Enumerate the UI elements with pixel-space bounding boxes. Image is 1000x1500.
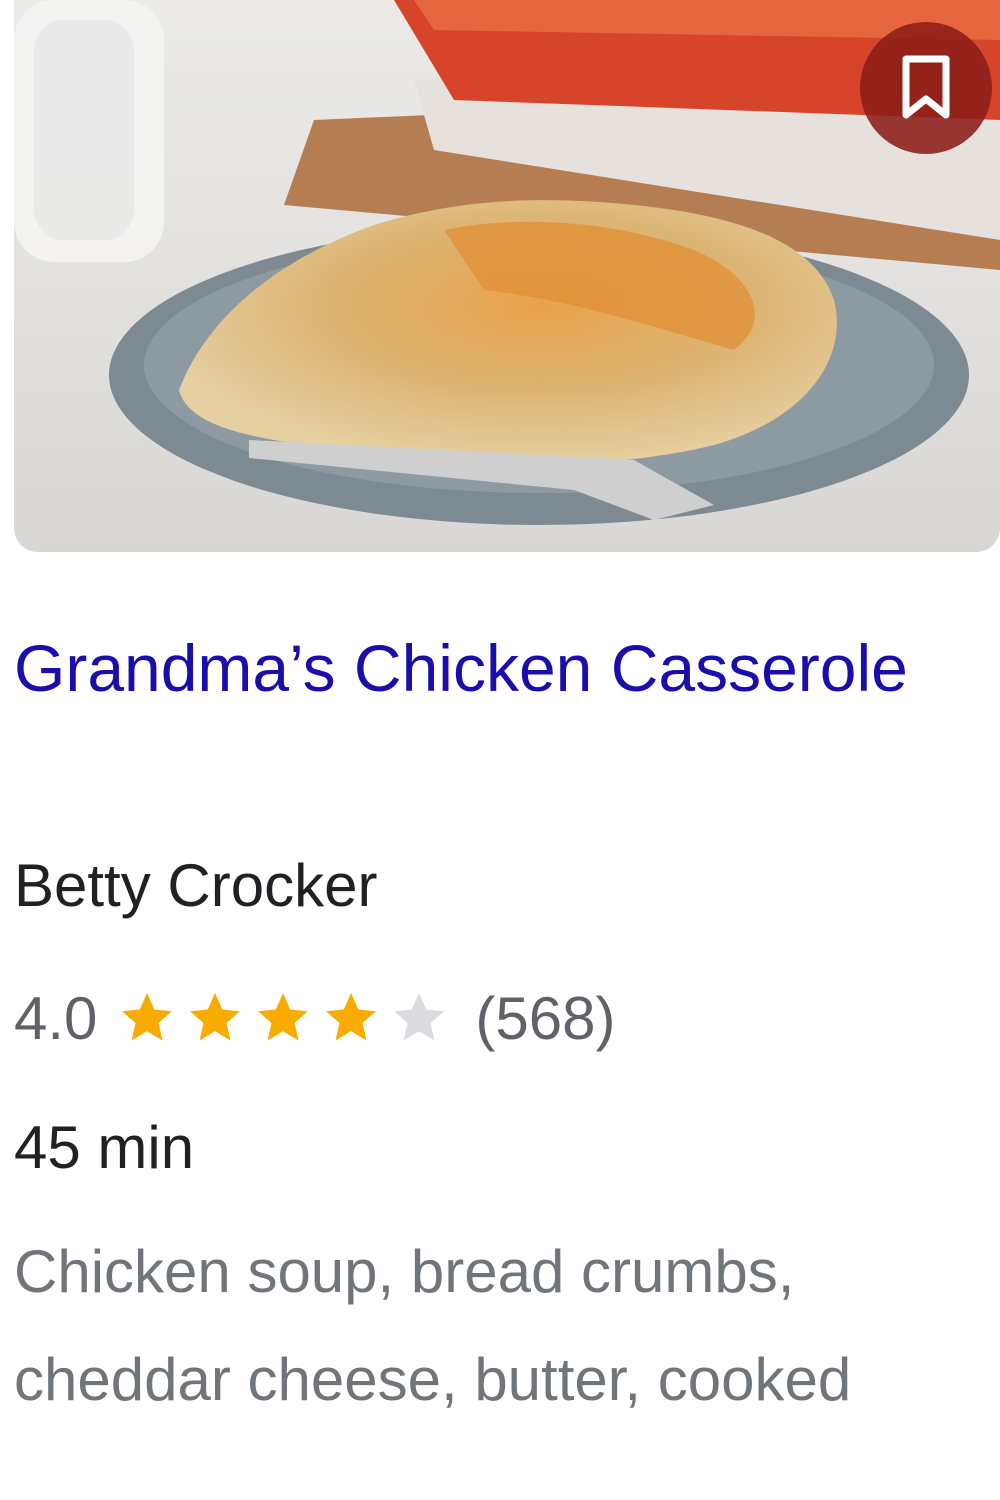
star-filled-icon [190, 993, 241, 1041]
rating-row: 4.0 (568) [14, 978, 616, 1058]
recipe-source: Betty Crocker [14, 852, 378, 919]
bookmark-icon [902, 55, 950, 119]
casserole-photo [14, 0, 1000, 552]
ingredients-snippet: Chicken soup, bread crumbs, cheddar chee… [14, 1238, 852, 1413]
recipe-image[interactable] [14, 0, 1000, 552]
star-empty-icon [394, 993, 445, 1041]
review-count: (568) [475, 984, 616, 1052]
star-filled-icon [122, 993, 173, 1041]
star-rating [117, 988, 457, 1048]
recipe-title-link[interactable]: Grandma’s Chicken Casserole [14, 622, 954, 714]
recipe-card[interactable]: Grandma’s Chicken Casserole Betty Crocke… [0, 0, 1000, 1500]
cook-time: 45 min [14, 1114, 195, 1181]
save-recipe-button[interactable] [860, 22, 992, 154]
rating-score: 4.0 [14, 984, 98, 1052]
star-filled-icon [258, 993, 309, 1041]
star-filled-icon [326, 993, 377, 1041]
